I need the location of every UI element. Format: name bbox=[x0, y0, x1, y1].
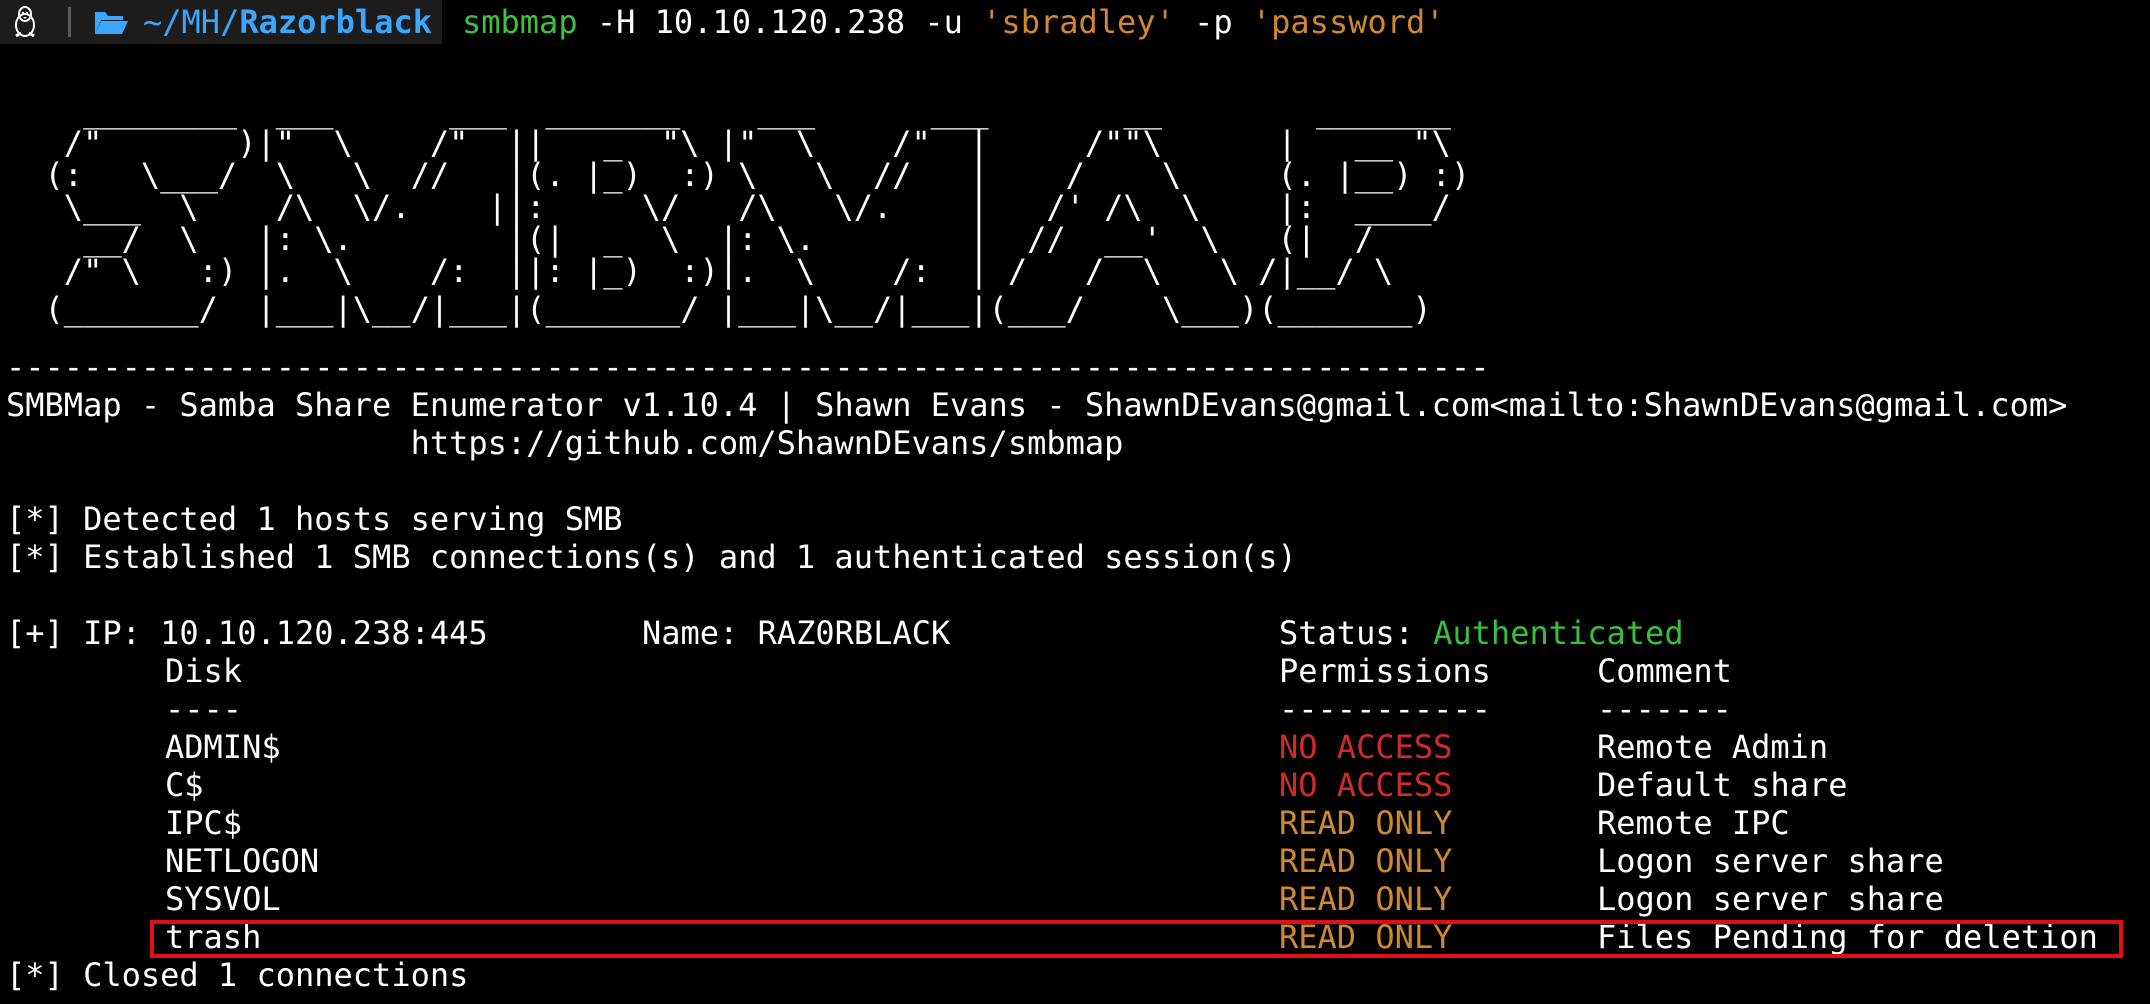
host-name: Name: RAZ0RBLACK bbox=[642, 614, 951, 652]
banner-line: /" \ :) |. \ /: ||: |_) :)|. \ /: | / / … bbox=[6, 252, 1394, 290]
underline-permissions: ----------- bbox=[1279, 690, 1491, 728]
host-ip: [+] IP: 10.10.120.238:445 bbox=[6, 614, 488, 652]
prompt-os-segment: ~/MH/Razorblack bbox=[0, 0, 442, 44]
share-permissions: NO ACCESS bbox=[1279, 728, 1453, 766]
banner-line: (_______/ |___|\__/|___|(_______/ |___|\… bbox=[6, 290, 1432, 328]
command-name: smbmap bbox=[461, 3, 578, 41]
status-line: [*] Established 1 SMB connections(s) and… bbox=[6, 538, 1297, 576]
share-permissions: READ ONLY bbox=[1279, 842, 1453, 880]
share-disk: IPC$ bbox=[165, 804, 243, 842]
prompt-separator bbox=[68, 7, 71, 37]
share-comment: Default share bbox=[1597, 766, 1848, 804]
share-comment: Files Pending for deletion bbox=[1597, 918, 2098, 956]
divider-line: ----------------------------------------… bbox=[6, 348, 1490, 386]
status-label: Status: bbox=[1279, 614, 1434, 652]
share-permissions: READ ONLY bbox=[1279, 804, 1453, 842]
share-disk: C$ bbox=[165, 766, 204, 804]
tux-icon bbox=[15, 6, 35, 38]
folder-open-icon bbox=[95, 12, 128, 34]
share-permissions: NO ACCESS bbox=[1279, 766, 1453, 804]
command-args-2: -p bbox=[1174, 3, 1252, 41]
password-arg: 'password' bbox=[1251, 3, 1445, 41]
repo-url: https://github.com/ShawnDEvans/smbmap bbox=[6, 424, 1124, 462]
share-permissions: READ ONLY bbox=[1279, 880, 1453, 918]
closing-line: [*] Closed 1 connections bbox=[6, 956, 469, 994]
header-comment: Comment bbox=[1597, 652, 1732, 690]
share-comment: Remote IPC bbox=[1597, 804, 1790, 842]
share-disk: ADMIN$ bbox=[165, 728, 281, 766]
share-comment: Logon server share bbox=[1597, 880, 1944, 918]
share-disk: NETLOGON bbox=[165, 842, 320, 880]
share-permissions: READ ONLY bbox=[1279, 918, 1453, 956]
header-permissions: Permissions bbox=[1279, 652, 1491, 690]
share-comment: Remote Admin bbox=[1597, 728, 1829, 766]
underline-comment: ------- bbox=[1597, 690, 1732, 728]
status-value: Authenticated bbox=[1433, 614, 1684, 652]
host-status: Status: Authenticated bbox=[1279, 614, 1684, 652]
header-disk: Disk bbox=[165, 652, 243, 690]
info-line: SMBMap - Samba Share Enumerator v1.10.4 … bbox=[6, 386, 2068, 424]
command-line[interactable]: smbmap -H 10.10.120.238 -u 'sbradley' -p… bbox=[442, 3, 1445, 41]
share-disk: SYSVOL bbox=[165, 880, 281, 918]
shell-prompt: ~/MH/Razorblack smbmap -H 10.10.120.238 … bbox=[0, 0, 2150, 44]
prompt-path-base: ~/MH/ bbox=[143, 3, 240, 41]
user-arg: 'sbradley' bbox=[982, 3, 1175, 41]
share-comment: Logon server share bbox=[1597, 842, 1944, 880]
share-disk: trash bbox=[165, 918, 262, 956]
status-line: [*] Detected 1 hosts serving SMB bbox=[6, 500, 623, 538]
prompt-path-dir: Razorblack bbox=[239, 3, 432, 41]
underline-disk: ---- bbox=[165, 690, 243, 728]
command-args: -H 10.10.120.238 -u bbox=[577, 3, 983, 41]
